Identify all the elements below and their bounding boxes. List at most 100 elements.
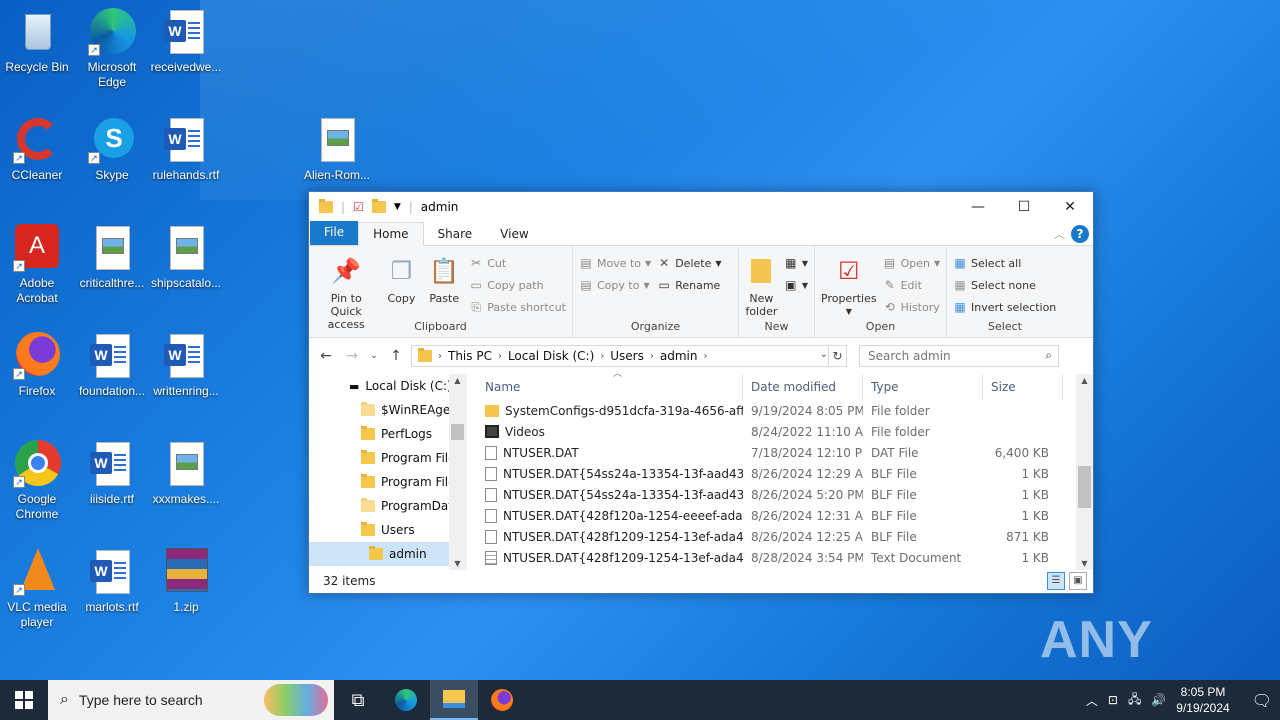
desktop-icon-xxxmakes[interactable]: xxxmakes.... [148,440,224,507]
desktop-icon-receivedwe[interactable]: W receivedwe... [148,8,224,75]
desktop-icon-ccleaner[interactable]: ↗ CCleaner [0,116,75,183]
desktop-icon-recycle-bin[interactable]: Recycle Bin [0,8,75,75]
rename-button[interactable]: ▭ Rename [657,276,721,294]
invert-selection-button[interactable]: ▦ Invert selection [953,298,1056,316]
task-view-button[interactable]: ⧉ [334,680,382,720]
breadcrumb-this-pc[interactable]: This PC [448,349,492,363]
taskbar-file-explorer-button[interactable] [430,680,478,720]
network-icon[interactable]: 🖧 [1128,690,1141,711]
desktop-icon-writtenring[interactable]: W writtenring... [148,332,224,399]
show-hidden-icons-chevron-icon[interactable]: ︿ [1086,692,1098,709]
file-row[interactable]: NTUSER.DAT 7/18/2024 12:10 PM DAT File 6… [477,442,1093,463]
cut-button[interactable]: ✂ Cut [469,254,566,272]
taskbar-search-box[interactable]: ⌕ Type here to search [48,680,334,720]
desktop-icon-edge[interactable]: ↗ Microsoft Edge [74,8,150,90]
taskbar-edge-button[interactable] [382,680,430,720]
recent-locations-chevron-icon[interactable]: ⌄ [367,351,381,361]
address-bar[interactable]: › This PC › Local Disk (C:) › Users › ad… [411,345,847,367]
select-all-button[interactable]: ▦ Select all [953,254,1056,272]
volume-icon[interactable]: 🔊 [1151,693,1166,707]
easy-access-button[interactable]: ▣ ▼ [784,276,808,294]
scroll-down-icon[interactable]: ▼ [449,559,466,568]
scroll-thumb[interactable] [1078,466,1091,508]
desktop-icon-1zip[interactable]: 1.zip [148,548,224,615]
nav-item-users[interactable]: Users [309,518,466,542]
close-button[interactable]: ✕ [1047,192,1093,222]
file-list-scrollbar[interactable]: ▲ ▼ [1076,374,1093,570]
delete-button[interactable]: ✕ Delete ▼ [657,254,721,272]
details-view-icon[interactable]: ☰ [1047,572,1065,590]
breadcrumb-users[interactable]: Users [610,349,644,363]
file-row[interactable]: NTUSER.DAT{428f120a-1254-eeeef-ada2-... … [477,505,1093,526]
copy-path-button[interactable]: ▭ Copy path [469,276,566,294]
desktop-icon-alien-rom[interactable]: Alien-Rom... [299,116,375,183]
forward-arrow-icon[interactable]: → [341,348,363,364]
new-folder-icon[interactable] [371,199,386,213]
nav-item-perflogs[interactable]: PerfLogs [309,422,466,446]
up-arrow-icon[interactable]: ↑ [385,348,407,364]
desktop-icon-google-chrome[interactable]: ↗ Google Chrome [0,440,75,522]
file-row[interactable]: Videos 8/24/2022 11:10 AM File folder [477,421,1093,442]
column-date-modified[interactable]: Date modified [743,374,863,400]
clock[interactable]: 8:05 PM 9/19/2024 [1176,684,1229,716]
chevron-down-icon[interactable]: ▼ [394,202,401,212]
desktop-icon-iiiside[interactable]: W iiiside.rtf [74,440,150,507]
help-icon[interactable]: ? [1071,225,1089,243]
new-item-button[interactable]: ▦ ▼ [784,254,808,272]
scroll-up-icon[interactable]: ▲ [449,376,466,385]
scroll-down-icon[interactable]: ▼ [1076,559,1093,568]
desktop-icon-rulehands[interactable]: W rulehands.rtf [148,116,224,183]
search-box[interactable]: Search admin ⌕ [859,345,1059,367]
copy-to-button[interactable]: ▤ Copy to ▼ [579,276,651,294]
nav-item-programdata[interactable]: ProgramData [309,494,466,518]
nav-item-winreagent[interactable]: $WinREAgent [309,398,466,422]
nav-item-local-disk[interactable]: ▬ Local Disk (C:) [309,374,466,398]
file-row[interactable]: NTUSER.DAT{54ss24a-13354-13f-aad43-5... … [477,463,1093,484]
column-name[interactable]: Name [477,374,743,400]
move-to-button[interactable]: ▤ Move to ▼ [579,254,651,272]
properties-checkmark-icon[interactable]: ☑ [353,200,364,214]
desktop-icon-foundation[interactable]: W foundation... [74,332,150,399]
file-row[interactable]: NTUSER.DAT{428f1209-1254-13ef-ada4-0... … [477,547,1093,568]
desktop-icon-firefox[interactable]: ↗ Firefox [0,332,75,399]
history-button[interactable]: ⟲ History [883,298,941,316]
breadcrumb-local-disk[interactable]: Local Disk (C:) [508,349,594,363]
open-button[interactable]: ▤ Open ▼ [883,254,940,272]
back-arrow-icon[interactable]: ← [315,348,337,364]
taskbar-firefox-button[interactable] [478,680,526,720]
tab-share[interactable]: Share [424,223,487,245]
breadcrumb-admin[interactable]: admin [660,349,698,363]
desktop-icon-criticalthre[interactable]: criticalthre... [74,224,150,291]
refresh-icon[interactable]: ↻ [828,346,846,366]
nav-item-admin[interactable]: admin [309,542,466,566]
paste-shortcut-button[interactable]: ⎘ Paste shortcut [469,298,566,316]
collapse-ribbon-icon[interactable]: ︿ [1054,226,1065,242]
desktop-icon-marlots[interactable]: W marlots.rtf [74,548,150,615]
network-monitor-icon[interactable]: ⊡ [1108,693,1118,707]
column-type[interactable]: Type [863,374,983,400]
tab-view[interactable]: View [486,223,542,245]
desktop-icon-vlc[interactable]: ↗ VLC media player [0,548,75,630]
desktop-icon-shipscatalo[interactable]: shipscatalo... [148,224,224,291]
file-row[interactable]: NTUSER.DAT{428f1209-1254-13ef-ada4-0... … [477,526,1093,547]
chevron-down-icon[interactable]: ⌄ [820,349,828,360]
maximize-button[interactable]: ☐ [1001,192,1047,222]
scroll-thumb[interactable] [451,424,464,440]
edit-button[interactable]: ✎ Edit [883,276,941,294]
tab-file[interactable]: File [310,221,359,245]
file-row[interactable]: NTUSER.DAT{54ss24a-13354-13f-aad43-3... … [477,484,1093,505]
large-icons-view-icon[interactable]: ▣ [1069,572,1087,590]
file-row[interactable]: SystemConfigs-d951dcfa-319a-4656-affd...… [477,400,1093,421]
scroll-up-icon[interactable]: ▲ [1076,376,1093,385]
column-size[interactable]: Size [983,374,1063,400]
start-button[interactable] [0,680,48,720]
desktop-icon-adobe-acrobat[interactable]: A ↗ Adobe Acrobat [0,224,75,306]
tab-home[interactable]: Home [358,222,424,246]
desktop-icon-skype[interactable]: S ↗ Skype [74,116,150,183]
nav-item-program-files-x86[interactable]: Program Files [309,470,466,494]
select-none-button[interactable]: ▦ Select none [953,276,1056,294]
minimize-button[interactable]: — [955,192,1001,222]
nav-scrollbar[interactable]: ▲ ▼ [449,374,466,570]
notifications-icon[interactable]: 🗨 [1252,691,1272,710]
nav-item-program-files[interactable]: Program Files [309,446,466,470]
